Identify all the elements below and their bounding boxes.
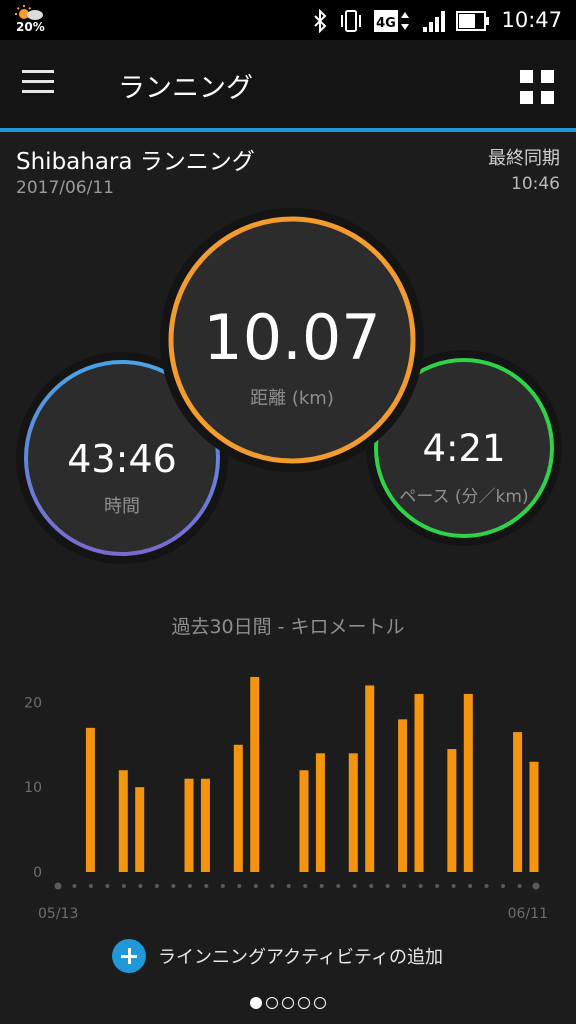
day-dot	[72, 884, 77, 888]
last-sync-label: 最終同期	[488, 148, 560, 169]
chart-bar[interactable]	[118, 770, 128, 872]
chart-bar[interactable]	[85, 727, 95, 872]
chart-bar[interactable]	[463, 693, 473, 872]
day-dot	[468, 884, 473, 888]
day-dot	[105, 884, 110, 888]
page-dot[interactable]	[282, 997, 294, 1009]
day-dot	[484, 884, 489, 888]
day-dot	[270, 884, 275, 888]
accent-divider	[0, 128, 576, 132]
page-title: ランニング	[118, 73, 253, 104]
day-dot	[501, 884, 506, 888]
day-dot	[532, 882, 540, 890]
day-dot	[418, 884, 423, 888]
x-axis-label: 06/11	[508, 906, 548, 922]
chart-bar[interactable]	[233, 744, 243, 872]
page-dot[interactable]	[266, 997, 278, 1009]
page-dot[interactable]	[250, 997, 262, 1009]
chart-bar[interactable]	[135, 787, 145, 872]
chart-title: 過去30日間 - キロメートル	[171, 616, 405, 638]
distance-bar-chart: 0 10 20 05/13 06/11	[0, 660, 576, 930]
chart-bar[interactable]	[365, 685, 375, 872]
status-bar: 20% 4G 10:47	[0, 0, 576, 40]
clock-time: 10:47	[501, 8, 562, 32]
y-tick-label: 0	[33, 865, 42, 881]
day-dot	[171, 884, 176, 888]
chart-svg: 0 10 20 05/13 06/11	[24, 676, 548, 922]
network-type-text: 4G	[376, 16, 396, 31]
add-circle-icon	[112, 939, 146, 973]
chart-bar[interactable]	[348, 753, 358, 872]
day-dot	[138, 884, 143, 888]
day-dot	[237, 884, 242, 888]
chart-bar[interactable]	[513, 732, 523, 872]
chart-bar[interactable]	[529, 761, 539, 872]
day-dot	[303, 884, 308, 888]
metric-rings: 10.07 距離 (km) 43:46 時間 4:21 ペース (分／km)	[0, 200, 576, 580]
day-dot	[187, 884, 192, 888]
chart-bar[interactable]	[200, 778, 210, 872]
x-axis-label: 05/13	[38, 906, 78, 922]
day-dot	[154, 884, 159, 888]
time-value: 43:46	[67, 437, 177, 481]
day-dot	[54, 882, 62, 890]
activity-date: 2017/06/11	[16, 178, 114, 198]
battery-icon	[456, 11, 489, 31]
day-dot	[220, 884, 225, 888]
grid-view-icon[interactable]	[520, 70, 554, 104]
page-dot[interactable]	[298, 997, 310, 1009]
activity-name: Shibahara ランニング	[16, 149, 255, 175]
page-dot[interactable]	[314, 997, 326, 1009]
app-bar: ランニング	[0, 40, 576, 128]
day-dot	[121, 884, 126, 888]
chart-bar[interactable]	[414, 693, 424, 872]
hamburger-menu-icon[interactable]	[22, 70, 62, 98]
y-tick-label: 10	[24, 780, 42, 796]
chart-bar[interactable]	[315, 753, 325, 872]
time-label: 時間	[104, 496, 140, 517]
distance-label: 距離 (km)	[250, 388, 334, 409]
add-activity-label: ラインニングアクティビティの追加	[158, 947, 443, 968]
signal-icon	[423, 11, 445, 32]
y-tick-label: 20	[24, 695, 42, 711]
chart-bar[interactable]	[447, 749, 457, 872]
day-dot	[451, 884, 456, 888]
day-dot	[435, 884, 440, 888]
pace-value: 4:21	[422, 427, 506, 470]
chart-bar[interactable]	[398, 719, 408, 872]
chart-bar[interactable]	[184, 778, 194, 872]
day-dot	[319, 884, 324, 888]
chart-bar[interactable]	[299, 770, 309, 872]
last-sync-time: 10:46	[511, 174, 560, 194]
day-dot	[369, 884, 374, 888]
day-dot	[204, 884, 209, 888]
chart-bar[interactable]	[250, 676, 260, 872]
network-4g-icon: 4G	[374, 10, 409, 32]
pace-label: ペース (分／km)	[399, 487, 529, 507]
day-dot	[88, 884, 93, 888]
day-dot	[286, 884, 291, 888]
day-dot	[385, 884, 390, 888]
day-dot	[253, 884, 258, 888]
add-activity-button[interactable]: ラインニングアクティビティの追加	[112, 938, 443, 974]
distance-value: 10.07	[203, 301, 381, 374]
vibrate-icon	[341, 10, 361, 32]
bluetooth-icon	[314, 9, 327, 33]
day-dot	[352, 884, 357, 888]
day-dot	[402, 884, 407, 888]
day-dot	[336, 884, 341, 888]
temperature-text: 20%	[16, 20, 45, 34]
page-indicator[interactable]	[0, 994, 576, 1013]
day-dot	[517, 884, 522, 888]
